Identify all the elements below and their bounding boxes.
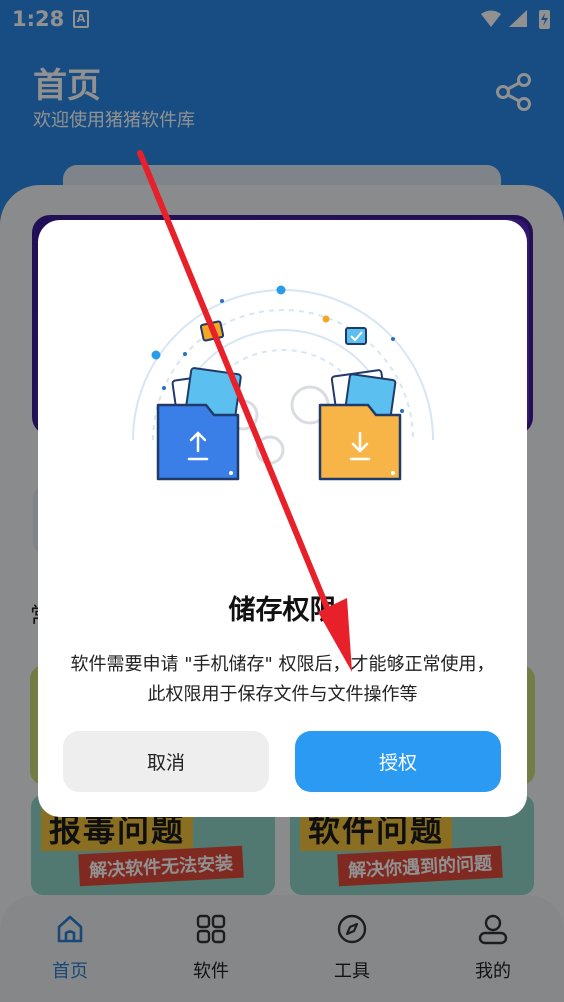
permission-dialog: 储存权限 软件需要申请 "手机储存" 权限后，才能够正常使用， 此权限用于保存文… xyxy=(38,220,527,817)
cancel-button[interactable]: 取消 xyxy=(63,731,269,792)
authorize-button[interactable]: 授权 xyxy=(295,731,501,792)
dialog-title: 储存权限 xyxy=(228,595,337,626)
folder-transfer-illustration xyxy=(132,285,434,481)
dialog-message-line: 此权限用于保存文件与文件操作等 xyxy=(147,684,418,705)
dialog-message: 软件需要申请 "手机储存" 权限后，才能够正常使用， 此权限用于保存文件与文件操… xyxy=(58,650,507,710)
dialog-message-line: 软件需要申请 "手机储存" 权限后，才能够正常使用， xyxy=(70,654,495,675)
